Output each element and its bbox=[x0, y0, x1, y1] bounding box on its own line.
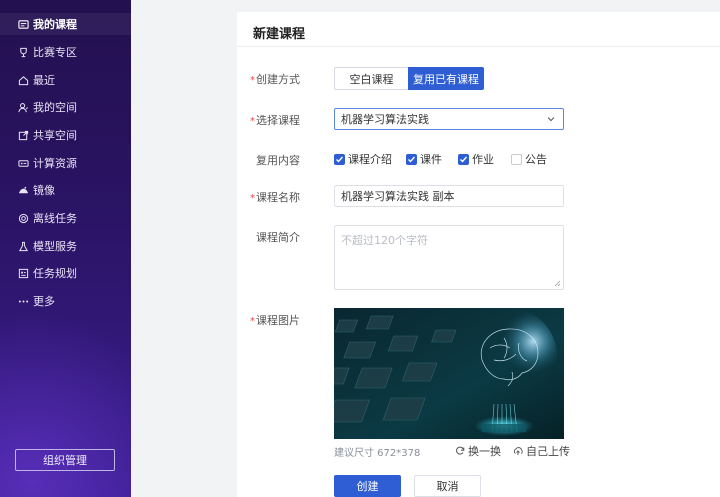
offline-task-icon bbox=[18, 213, 29, 224]
sidebar-item-image[interactable]: 镜像 bbox=[0, 179, 131, 201]
sidebar-item-model-service[interactable]: 模型服务 bbox=[0, 235, 131, 257]
more-icon bbox=[18, 296, 29, 307]
required-mark: * bbox=[250, 75, 255, 86]
sidebar-item-competition[interactable]: 比赛专区 bbox=[0, 41, 131, 63]
swap-image-button[interactable]: 换一换 bbox=[455, 443, 501, 459]
required-mark: * bbox=[250, 316, 255, 327]
sidebar-item-label: 最近 bbox=[33, 74, 55, 87]
sidebar-item-recent[interactable]: 最近 bbox=[0, 69, 131, 91]
reuse-content-label: 复用内容 bbox=[256, 154, 300, 167]
course-image bbox=[334, 308, 564, 439]
course-image-label: *课程图片 bbox=[250, 314, 300, 327]
reuse-homework-checkbox[interactable]: 作业 bbox=[458, 151, 494, 167]
blank-course-option[interactable]: 空白课程 bbox=[334, 67, 409, 90]
sidebar-item-label: 镜像 bbox=[33, 184, 55, 197]
image-size-hint: 建议尺寸 672*378 bbox=[334, 448, 421, 459]
org-management-button[interactable]: 组织管理 bbox=[15, 449, 115, 471]
required-mark: * bbox=[250, 193, 255, 204]
sidebar-item-shared-space[interactable]: 共享空间 bbox=[0, 124, 131, 146]
reuse-announcement-checkbox[interactable]: 公告 bbox=[511, 151, 547, 167]
sidebar-item-label: 更多 bbox=[33, 295, 55, 308]
course-icon bbox=[18, 19, 29, 30]
sidebar-item-my-space[interactable]: 我的空间 bbox=[0, 96, 131, 118]
flask-icon bbox=[18, 241, 29, 252]
chevron-down-icon bbox=[547, 117, 555, 122]
reuse-intro-checkbox[interactable]: 课程介绍 bbox=[334, 151, 392, 167]
image-icon bbox=[18, 185, 29, 196]
sidebar-item-more[interactable]: 更多 bbox=[0, 290, 131, 312]
required-mark: * bbox=[250, 116, 255, 127]
user-icon bbox=[18, 102, 29, 113]
upload-image-button[interactable]: 自己上传 bbox=[513, 443, 570, 459]
checkbox-checked-icon bbox=[406, 153, 417, 165]
sidebar-item-label: 任务规划 bbox=[33, 267, 77, 280]
sidebar-item-label: 共享空间 bbox=[33, 129, 77, 142]
ai-brain-chip-illustration bbox=[334, 308, 564, 439]
sidebar-item-label: 比赛专区 bbox=[33, 46, 77, 59]
plan-icon bbox=[18, 268, 29, 279]
course-intro-placeholder: 不超过120个字符 bbox=[341, 234, 428, 247]
reuse-courseware-checkbox[interactable]: 课件 bbox=[406, 151, 442, 167]
sidebar-item-label: 离线任务 bbox=[33, 212, 77, 225]
course-name-label: *课程名称 bbox=[250, 191, 300, 204]
checkbox-checked-icon bbox=[334, 153, 345, 165]
course-intro-textarea[interactable]: 不超过120个字符 bbox=[334, 225, 564, 290]
course-name-input[interactable]: 机器学习算法实践 副本 bbox=[334, 185, 564, 207]
share-icon bbox=[18, 130, 29, 141]
sidebar-item-label: 模型服务 bbox=[33, 240, 77, 253]
refresh-icon bbox=[456, 446, 465, 455]
course-select[interactable]: 机器学习算法实践 bbox=[334, 108, 564, 130]
sidebar-item-label: 我的课程 bbox=[33, 18, 77, 31]
card-header: 新建课程 bbox=[237, 12, 720, 47]
cancel-button[interactable]: 取消 bbox=[414, 475, 481, 497]
sidebar-item-label: 我的空间 bbox=[33, 101, 77, 114]
reuse-course-option[interactable]: 复用已有课程 bbox=[408, 67, 484, 90]
sidebar-item-label: 计算资源 bbox=[33, 157, 77, 170]
select-course-label: *选择课程 bbox=[250, 114, 300, 127]
sidebar-item-compute[interactable]: 计算资源 bbox=[0, 152, 131, 174]
upload-icon bbox=[513, 447, 523, 455]
home-icon bbox=[18, 75, 29, 86]
checkbox-unchecked-icon bbox=[511, 153, 522, 165]
page-title: 新建课程 bbox=[253, 27, 306, 42]
compute-icon bbox=[18, 158, 29, 169]
checkbox-checked-icon bbox=[458, 153, 469, 165]
trophy-icon bbox=[18, 47, 29, 58]
course-select-value: 机器学习算法实践 bbox=[341, 113, 429, 126]
create-button[interactable]: 创建 bbox=[334, 475, 401, 497]
course-intro-label: 课程简介 bbox=[256, 231, 300, 244]
sidebar-item-task-planning[interactable]: 任务规划 bbox=[0, 262, 131, 284]
create-method-label: *创建方式 bbox=[250, 73, 300, 86]
sidebar-item-offline-tasks[interactable]: 离线任务 bbox=[0, 207, 131, 229]
resize-handle-icon[interactable] bbox=[554, 280, 561, 287]
sidebar: 我的课程 比赛专区 最近 我的空间 共享空间 计算资源 镜像 离线任务 模型服务… bbox=[0, 0, 131, 497]
sidebar-item-my-courses[interactable]: 我的课程 bbox=[0, 13, 131, 35]
